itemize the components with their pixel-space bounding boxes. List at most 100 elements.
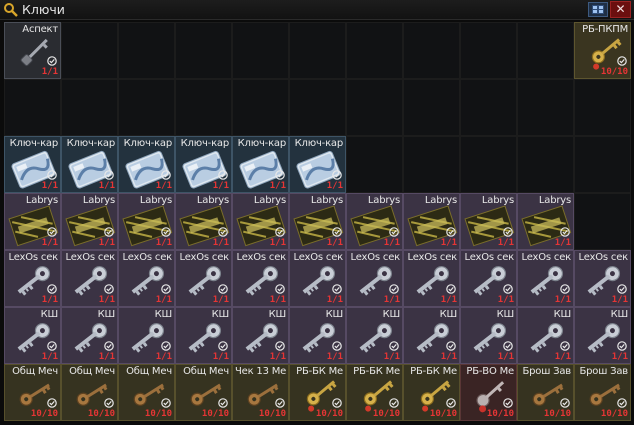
grid-slot[interactable] — [574, 136, 631, 193]
inventory-item-kc1[interactable]: Ключ-кар 1/1 — [4, 136, 61, 193]
item-count: 1/1 — [98, 181, 115, 191]
item-count: 1/1 — [326, 238, 343, 248]
grid-slot[interactable] — [232, 79, 289, 136]
collapse-button[interactable] — [588, 2, 608, 17]
grid-slot[interactable] — [403, 79, 460, 136]
item-count: 1/1 — [41, 181, 58, 191]
inventory-item-ksh8[interactable]: КШ 1/1 — [403, 307, 460, 364]
inventory-item-lab6[interactable]: Labrys 1/1 — [289, 193, 346, 250]
found-in-raid-check-icon — [560, 284, 570, 294]
grid-slot[interactable] — [460, 136, 517, 193]
inventory-item-lx1[interactable]: LexOs сек 1/1 — [4, 250, 61, 307]
found-in-raid-check-icon — [104, 341, 114, 351]
inventory-item-lab10[interactable]: Labrys 1/1 — [517, 193, 574, 250]
inventory-item-lx10[interactable]: LexOs сек 1/1 — [517, 250, 574, 307]
inventory-item-rb-pkpm[interactable]: РБ-ПКПМ 10/10 — [574, 22, 631, 79]
magnifier-key-icon — [4, 3, 18, 17]
inventory-item-rbbk1[interactable]: РБ-БК Ме 10/10 — [289, 364, 346, 421]
grid-slot[interactable] — [517, 136, 574, 193]
item-count: 1/1 — [554, 352, 571, 362]
inventory-item-ksh11[interactable]: КШ 1/1 — [574, 307, 631, 364]
inventory-item-lab1[interactable]: Labrys 1/1 — [4, 193, 61, 250]
inventory-item-lx7[interactable]: LexOs сек 1/1 — [346, 250, 403, 307]
inventory-item-lab7[interactable]: Labrys 1/1 — [346, 193, 403, 250]
grid-slot[interactable] — [61, 22, 118, 79]
inventory-item-ob2[interactable]: Общ Меч 10/10 — [61, 364, 118, 421]
item-name: РБ-БК Ме — [410, 366, 457, 377]
inventory-item-ksh1[interactable]: КШ 1/1 — [4, 307, 61, 364]
inventory-item-kc6[interactable]: Ключ-кар 1/1 — [289, 136, 346, 193]
inventory-item-lx11[interactable]: LexOs сек 1/1 — [574, 250, 631, 307]
inventory-item-ksh9[interactable]: КШ 1/1 — [460, 307, 517, 364]
item-name: Ключ-кар — [294, 138, 343, 149]
grid-slot[interactable] — [232, 22, 289, 79]
grid-slot[interactable] — [460, 22, 517, 79]
grid-slot[interactable] — [574, 79, 631, 136]
item-count: 10/10 — [543, 409, 571, 419]
item-name: Общ Меч — [12, 366, 58, 377]
inventory-item-lab5[interactable]: Labrys 1/1 — [232, 193, 289, 250]
grid-slot[interactable] — [346, 136, 403, 193]
item-name: Брош Зав — [579, 366, 629, 377]
grid-slot[interactable] — [289, 22, 346, 79]
inventory-item-kc5[interactable]: Ключ-кар 1/1 — [232, 136, 289, 193]
inventory-item-brosh1[interactable]: Брош Зав 10/10 — [517, 364, 574, 421]
inventory-item-kc4[interactable]: Ключ-кар 1/1 — [175, 136, 232, 193]
grid-slot[interactable] — [517, 79, 574, 136]
grid-slot[interactable] — [289, 79, 346, 136]
close-button[interactable]: ✕ — [610, 1, 631, 18]
inventory-item-lx4[interactable]: LexOs сек 1/1 — [175, 250, 232, 307]
inventory-item-lx8[interactable]: LexOs сек 1/1 — [403, 250, 460, 307]
inventory-item-kc3[interactable]: Ключ-кар 1/1 — [118, 136, 175, 193]
inventory-item-ksh7[interactable]: КШ 1/1 — [346, 307, 403, 364]
inventory-item-lab8[interactable]: Labrys 1/1 — [403, 193, 460, 250]
grid-slot[interactable] — [118, 79, 175, 136]
grid-slot[interactable] — [403, 136, 460, 193]
inventory-item-ksh4[interactable]: КШ 1/1 — [175, 307, 232, 364]
inventory-item-ch13[interactable]: Чек 13 Ме 10/10 — [232, 364, 289, 421]
grid-slot[interactable] — [4, 79, 61, 136]
found-in-raid-check-icon — [446, 284, 456, 294]
found-in-raid-check-icon — [560, 398, 570, 408]
inventory-item-ksh2[interactable]: КШ 1/1 — [61, 307, 118, 364]
found-in-raid-check-icon — [275, 398, 285, 408]
inventory-item-lab4[interactable]: Labrys 1/1 — [175, 193, 232, 250]
grid-slot[interactable] — [175, 22, 232, 79]
inventory-item-lab2[interactable]: Labrys 1/1 — [61, 193, 118, 250]
grid-slot[interactable] — [61, 79, 118, 136]
grid-slot[interactable] — [460, 79, 517, 136]
inventory-item-lx9[interactable]: LexOs сек 1/1 — [460, 250, 517, 307]
grid-slot[interactable] — [574, 193, 631, 250]
inventory-item-lx3[interactable]: LexOs сек 1/1 — [118, 250, 175, 307]
inventory-item-kc2[interactable]: Ключ-кар 1/1 — [61, 136, 118, 193]
grid-slot[interactable] — [403, 22, 460, 79]
inventory-item-brosh2[interactable]: Брош Зав 10/10 — [574, 364, 631, 421]
inventory-item-ksh5[interactable]: КШ 1/1 — [232, 307, 289, 364]
grid-slot[interactable] — [517, 22, 574, 79]
inventory-item-ksh6[interactable]: КШ 1/1 — [289, 307, 346, 364]
item-name: Общ Меч — [183, 366, 229, 377]
item-name: Labrys — [538, 195, 571, 206]
inventory-item-ob1[interactable]: Общ Меч 10/10 — [4, 364, 61, 421]
item-name: Labrys — [367, 195, 400, 206]
inventory-item-lab9[interactable]: Labrys 1/1 — [460, 193, 517, 250]
inventory-item-ksh10[interactable]: КШ 1/1 — [517, 307, 574, 364]
inventory-item-lx2[interactable]: LexOs сек 1/1 — [61, 250, 118, 307]
item-count: 10/10 — [258, 409, 286, 419]
grid-slot[interactable] — [175, 79, 232, 136]
inventory-item-ksh3[interactable]: КШ 1/1 — [118, 307, 175, 364]
title-bar[interactable]: Ключи ✕ — [0, 0, 634, 20]
grid-slot[interactable] — [346, 79, 403, 136]
inventory-item-rbbk2[interactable]: РБ-БК Ме 10/10 — [346, 364, 403, 421]
inventory-item-ob3[interactable]: Общ Меч 10/10 — [118, 364, 175, 421]
grid-slot[interactable] — [346, 22, 403, 79]
inventory-item-ob4[interactable]: Общ Меч 10/10 — [175, 364, 232, 421]
inventory-item-lab3[interactable]: Labrys 1/1 — [118, 193, 175, 250]
inventory-item-aspect[interactable]: Аспект 1/1 — [4, 22, 61, 79]
inventory-item-rbbk3[interactable]: РБ-БК Ме 10/10 — [403, 364, 460, 421]
inventory-item-lx5[interactable]: LexOs сек 1/1 — [232, 250, 289, 307]
inventory-item-rbvo[interactable]: РБ-ВО Ме 10/10 — [460, 364, 517, 421]
grid-slot[interactable] — [118, 22, 175, 79]
item-count: 10/10 — [600, 67, 628, 77]
inventory-item-lx6[interactable]: LexOs сек 1/1 — [289, 250, 346, 307]
